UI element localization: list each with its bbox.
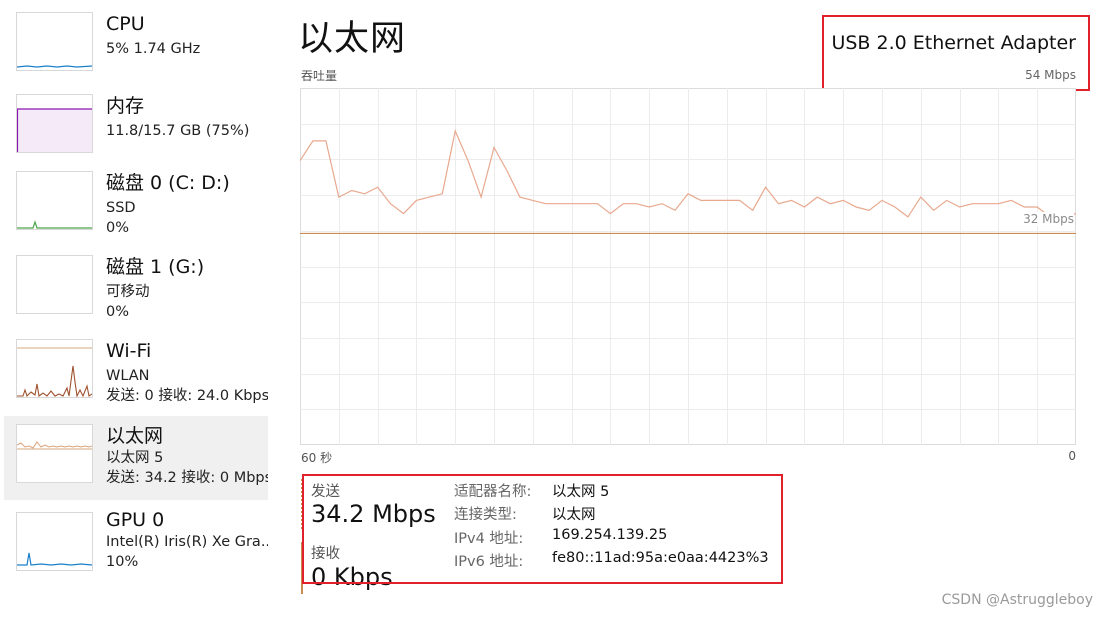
sidebar-item-detail: 11.8/15.7 GB (75%) [106, 123, 250, 139]
memory-thumbnail-svg [17, 108, 92, 152]
wifi-thumbnail-graph [16, 339, 93, 398]
disk0-thumbnail-svg [17, 220, 92, 229]
throughput-graph-svg [300, 88, 1076, 445]
sidebar-item-detail: 以太网 5 [106, 450, 164, 466]
sidebar-item-usage: 发送: 34.2 接收: 0 Mbps [106, 470, 268, 486]
watermark: CSDN @Astruggleboy [941, 592, 1093, 608]
sidebar-item-usage: 10% [106, 554, 139, 570]
scale-line-label: 32 Mbps [1021, 212, 1074, 226]
throughput-graph [300, 88, 1076, 445]
graph-label: 吞吐量 [301, 69, 338, 83]
sidebar-item-memory[interactable]: 内存 11.8/15.7 GB (75%) [4, 94, 268, 178]
sidebar-item-title: 内存 [106, 95, 145, 117]
cpu-thumbnail-svg [17, 65, 92, 68]
sidebar-item-title: 以太网 [106, 425, 164, 447]
wifi-thumbnail-svg [17, 347, 92, 397]
sidebar-item-title: GPU 0 [106, 509, 165, 531]
sidebar-item-cpu[interactable]: CPU 5% 1.74 GHz [4, 12, 268, 96]
sidebar-item-detail: WLAN [106, 368, 150, 384]
sidebar-item-title: 磁盘 0 (C: D:) [106, 172, 230, 194]
disk1-thumbnail-svg [17, 256, 92, 313]
sidebar-item-usage: 0% [106, 304, 130, 320]
page-title: 以太网 [298, 19, 407, 59]
highlight-box-adapter [822, 15, 1090, 91]
sidebar-item-detail: 5% 1.74 GHz [106, 41, 201, 57]
sidebar-item-detail: 可移动 [106, 284, 150, 300]
sidebar-item-disk1[interactable]: 磁盘 1 (G:) 可移动 0% [4, 255, 268, 339]
sidebar-item-disk0[interactable]: 磁盘 0 (C: D:) SSD 0% [4, 171, 268, 255]
sidebar-item-title: Wi-Fi [106, 340, 152, 362]
performance-sidebar: CPU 5% 1.74 GHz 内存 11.8/15.7 GB (75%) 磁盘… [0, 0, 268, 620]
sidebar-item-title: 磁盘 1 (G:) [106, 256, 205, 278]
sidebar-item-detail: Intel(R) Iris(R) Xe Gra... [106, 534, 268, 550]
disk1-thumbnail-graph [16, 255, 93, 314]
x-axis-right-label: 0 [1068, 449, 1076, 463]
sidebar-item-wifi[interactable]: Wi-Fi WLAN 发送: 0 接收: 24.0 Kbps [4, 339, 268, 423]
sidebar-item-usage: 发送: 0 接收: 24.0 Kbps [106, 388, 268, 404]
sidebar-item-title: CPU [106, 13, 145, 35]
gpu-thumbnail-svg [17, 552, 92, 566]
sidebar-item-usage: 0% [106, 220, 130, 236]
memory-thumbnail-graph [16, 94, 93, 153]
ethernet-thumbnail-svg [17, 441, 92, 450]
sidebar-item-gpu[interactable]: GPU 0 Intel(R) Iris(R) Xe Gra... 10% [4, 508, 268, 592]
gpu-thumbnail-graph [16, 512, 93, 571]
highlight-box-stats [302, 474, 783, 584]
sidebar-item-detail: SSD [106, 200, 136, 216]
ethernet-thumbnail-graph [16, 424, 93, 483]
cpu-thumbnail-graph [16, 12, 93, 71]
disk0-thumbnail-graph [16, 171, 93, 230]
sidebar-item-ethernet[interactable]: 以太网 以太网 5 发送: 34.2 接收: 0 Mbps [4, 416, 268, 500]
x-axis-left-label: 60 秒 [301, 451, 333, 465]
